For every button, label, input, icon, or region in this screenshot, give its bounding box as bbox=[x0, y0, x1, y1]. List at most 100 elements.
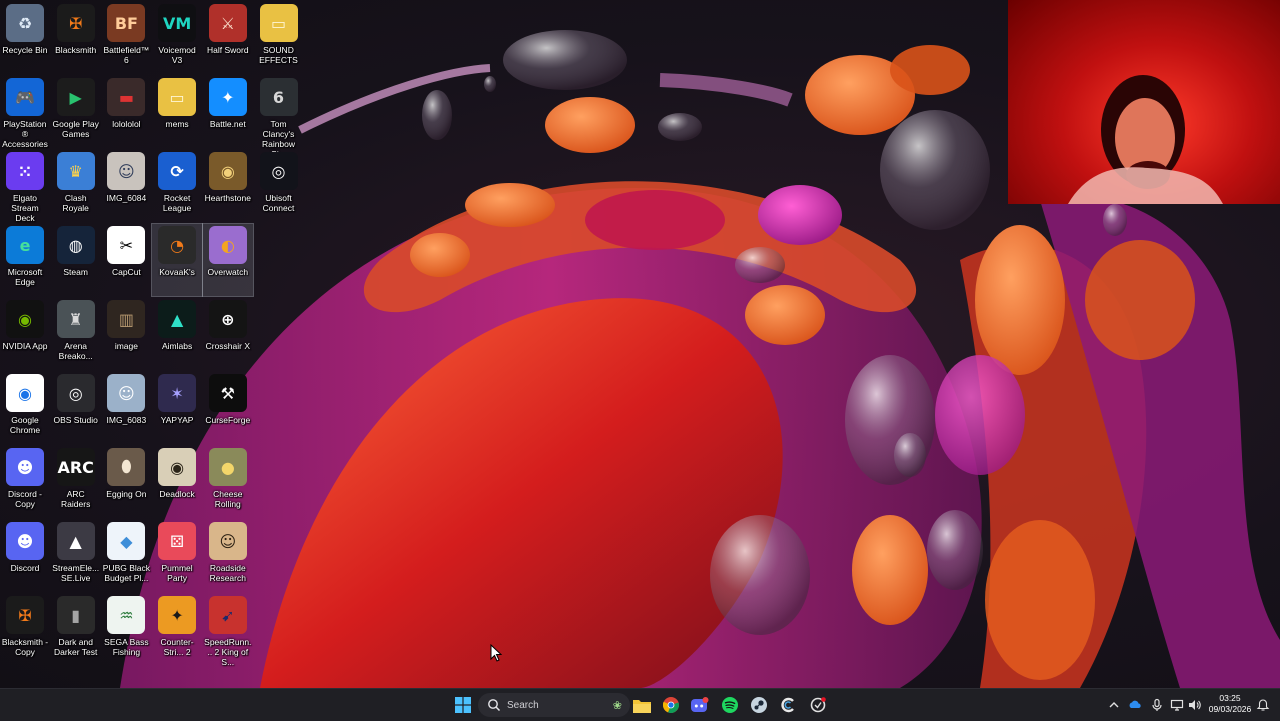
desktop-icon-kovaak-s[interactable]: ◔ KovaaK's bbox=[151, 223, 204, 297]
desktop-icon-label: SEGA Bass Fishing bbox=[104, 637, 149, 657]
desktop-icon-blacksmith[interactable]: ✠ Blacksmith bbox=[51, 2, 101, 74]
desktop-icon-rocket-league[interactable]: ⟳ Rocket League bbox=[152, 150, 202, 222]
show-hidden-icons-chevron-icon[interactable] bbox=[1107, 698, 1121, 712]
desktop-icon-yapyap[interactable]: ✶ YAPYAP bbox=[152, 372, 202, 444]
discord-icon bbox=[691, 697, 709, 712]
playstation-accessories-icon: 🎮 bbox=[6, 78, 44, 116]
network-icon[interactable] bbox=[1170, 698, 1184, 712]
rainbow-six-icon: 6 bbox=[259, 78, 298, 116]
desktop-icon-label: Roadside Research bbox=[209, 563, 246, 583]
desktop-icon-discord-copy[interactable]: ☻ Discord - Copy bbox=[0, 446, 50, 518]
desktop-icon-playstation-accessories[interactable]: 🎮 PlayStation® Accessories bbox=[0, 76, 50, 149]
desktop-icon-curseforge[interactable]: ⚒ CurseForge bbox=[203, 372, 253, 444]
desktop-icon-ubisoft-connect[interactable]: ◎ Ubisoft Connect bbox=[254, 150, 304, 222]
desktop-icon-hearthstone[interactable]: ◉ Hearthstone bbox=[203, 150, 253, 222]
cloud-sync-icon[interactable] bbox=[1128, 698, 1142, 712]
desktop-icon-label: KovaaK's bbox=[159, 267, 195, 277]
blacksmith-icon: ✠ bbox=[56, 4, 95, 42]
desktop-icon-label: IMG_6083 bbox=[106, 415, 147, 425]
desktop-icon-roadside-research[interactable]: ☺ Roadside Research bbox=[203, 520, 253, 592]
desktop-icon-capcut[interactable]: ✂ CapCut bbox=[101, 224, 151, 296]
arc-raiders-icon: ARC bbox=[56, 448, 95, 486]
desktop-icon-discord[interactable]: ☻ Discord bbox=[0, 520, 50, 592]
desktop-icon-crosshair-x[interactable]: ⊕ Crosshair X bbox=[203, 298, 253, 370]
desktop-icon-label: Arena Breako... bbox=[58, 341, 93, 361]
desktop-icon-label: Crosshair X bbox=[205, 341, 250, 351]
search-highlight-icon: ❀ bbox=[612, 699, 622, 712]
half-sword-icon: ⚔ bbox=[208, 4, 247, 42]
desktop-icon-speedrunn-2-king-of-s[interactable]: ➹ SpeedRunn... 2 King of S... bbox=[203, 594, 253, 667]
desktop-icon-pummel-party[interactable]: ⚄ Pummel Party bbox=[152, 520, 202, 592]
taskbar-app[interactable] bbox=[806, 693, 830, 717]
desktop-icon-voicemod-v3[interactable]: VM Voicemod V3 bbox=[152, 2, 202, 74]
desktop-icon-clash-royale[interactable]: ♛ Clash Royale bbox=[51, 150, 101, 222]
desktop-icon-recycle-bin[interactable]: ♻ Recycle Bin bbox=[0, 2, 50, 74]
desktop-icon-obs-studio[interactable]: ◎ OBS Studio bbox=[51, 372, 101, 444]
volume-icon[interactable] bbox=[1187, 698, 1201, 712]
desktop-icon-label: YAPYAP bbox=[160, 415, 194, 425]
taskbar-steam[interactable] bbox=[747, 693, 771, 717]
desktop-icon-img-6083[interactable]: ☺ IMG_6083 bbox=[101, 372, 151, 444]
desktop-icon-steam[interactable]: ◍ Steam bbox=[51, 224, 101, 296]
desktop-icon-cheese-rolling[interactable]: ● Cheese Rolling bbox=[203, 446, 253, 518]
desktop-icon-battle-net[interactable]: ✦ Battle.net bbox=[203, 76, 253, 148]
desktop-icon-battlefield-6[interactable]: BF Battlefield™ 6 bbox=[101, 2, 151, 74]
desktop-icon-overwatch[interactable]: ◐ Overwatch bbox=[201, 223, 254, 297]
desktop-icon-tom-clancy-s-rainbow-si[interactable]: 6Tom Clancy's Rainbow Si... bbox=[254, 76, 304, 159]
desktop-icon-google-chrome[interactable]: ◉ Google Chrome bbox=[0, 372, 50, 444]
taskbar-discord[interactable] bbox=[688, 693, 712, 717]
start-button[interactable] bbox=[451, 693, 475, 717]
desktop-icon-lolololol[interactable]: ▬ lolololol bbox=[101, 76, 151, 148]
image-thumbnail-icon: ▥ bbox=[107, 300, 146, 338]
desktop-icon-label: Discord - Copy bbox=[7, 489, 42, 509]
desktop-icon-egging-on[interactable]: ⬮ Egging On bbox=[101, 446, 151, 518]
arena-breakout-icon: ♜ bbox=[56, 300, 95, 338]
desktop-icon-counter-stri-2[interactable]: ✦ Counter-Stri... 2 bbox=[152, 594, 202, 666]
webcam-person bbox=[1068, 75, 1223, 204]
folder-icon: ▭ bbox=[259, 4, 298, 42]
taskbar-spotify[interactable] bbox=[718, 693, 742, 717]
desktop-icon-half-sword[interactable]: ⚔ Half Sword bbox=[203, 2, 253, 74]
desktop-icon-streamele-se-live[interactable]: ▲ StreamEle... SE.Live bbox=[51, 520, 101, 592]
desktop-icon-mems[interactable]: ▭ mems bbox=[152, 76, 202, 148]
desktop-icon-microsoft-edge[interactable]: e Microsoft Edge bbox=[0, 224, 50, 296]
roadside-research-icon: ☺ bbox=[208, 522, 247, 560]
desktop-icon-label: Aimlabs bbox=[161, 341, 193, 351]
desktop-icon-arena-breako[interactable]: ♜ Arena Breako... bbox=[51, 298, 101, 370]
taskbar-chrome[interactable] bbox=[659, 693, 683, 717]
desktop-icon-image[interactable]: ▥ image bbox=[101, 298, 151, 370]
desktop-icon-aimlabs[interactable]: ▲ Aimlabs bbox=[152, 298, 202, 370]
desktop-icon-label: Battle.net bbox=[209, 119, 246, 129]
desktop-icon-deadlock[interactable]: ◉ Deadlock bbox=[152, 446, 202, 518]
taskbar-ccleaner[interactable] bbox=[776, 693, 800, 717]
desktop-icon-google-play-games[interactable]: ▶ Google Play Games bbox=[51, 76, 101, 148]
desktop-icon-arc-raiders[interactable]: ARC ARC Raiders bbox=[51, 446, 101, 518]
crosshair-x-icon: ⊕ bbox=[208, 300, 247, 338]
system-clock[interactable]: 03:25 09/03/2026 bbox=[1208, 693, 1252, 715]
desktop-icon-label: lolololol bbox=[112, 119, 141, 129]
desktop-icon-label: Voicemod V3 bbox=[158, 45, 196, 65]
desktop-icon-label: image bbox=[114, 341, 138, 351]
battlefield-icon: BF bbox=[107, 4, 146, 42]
desktop-icon-nvidia-app[interactable]: ◉ NVIDIA App bbox=[0, 298, 50, 370]
taskbar-file-explorer[interactable] bbox=[630, 693, 654, 717]
desktop-icon-label: Steam bbox=[63, 267, 88, 277]
folder-icon: ▭ bbox=[158, 78, 197, 116]
notification-bell-icon[interactable] bbox=[1256, 698, 1270, 712]
desktop-icon-dark-and-darker-test[interactable]: ▮ Dark and Darker Test bbox=[51, 594, 101, 666]
desktop-icon-label: SOUND EFFECTS bbox=[259, 45, 298, 65]
desktop-icon-pubg-black-budget-pl[interactable]: ◆ PUBG Black Budget Pl... bbox=[101, 520, 151, 592]
counter-strike-2-icon: ✦ bbox=[158, 596, 197, 634]
desktop-icon-elgato-stream-deck[interactable]: ⁙ Elgato Stream Deck bbox=[0, 150, 50, 223]
desktop-icon-img-6084[interactable]: ☺ IMG_6084 bbox=[101, 150, 151, 222]
desktop-icon-label: PUBG Black Budget Pl... bbox=[102, 563, 151, 583]
taskbar-search-box[interactable]: Search ❀ bbox=[478, 693, 630, 717]
microphone-icon[interactable] bbox=[1150, 698, 1164, 712]
desktop-icon-blacksmith-copy[interactable]: ✠ Blacksmith - Copy bbox=[0, 594, 50, 666]
desktop-icon-sega-bass-fishing[interactable]: ♒ SEGA Bass Fishing bbox=[101, 594, 151, 666]
desktop-icon-sound-effects[interactable]: ▭ SOUND EFFECTS bbox=[254, 2, 304, 74]
mouse-cursor-icon bbox=[490, 644, 502, 662]
voicemod-icon: VM bbox=[158, 4, 197, 42]
desktop-icon-label: OBS Studio bbox=[53, 415, 98, 425]
desktop-icon-grid: ♻ Recycle Bin ✠ Blacksmith BF Battlefield™ 6V… bbox=[0, 2, 306, 667]
